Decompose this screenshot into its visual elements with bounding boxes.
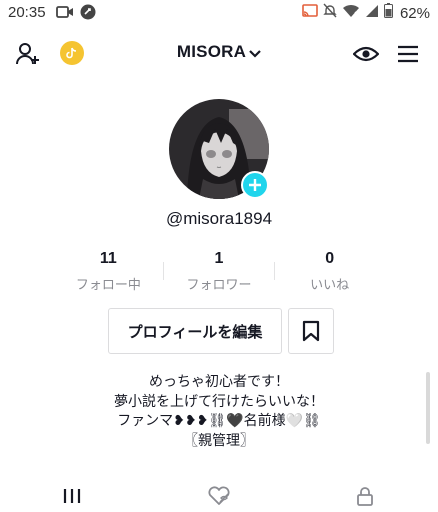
stat-likes-label: いいね: [310, 277, 350, 292]
plus-icon: [249, 179, 261, 191]
chevron-down-icon: [249, 43, 261, 63]
bookmarks-button[interactable]: [288, 308, 334, 354]
content-tabs: [0, 476, 438, 512]
stat-following-label: フォロー中: [75, 277, 141, 292]
liked-hidden-icon[interactable]: [205, 484, 233, 508]
status-time: 20:35: [8, 4, 46, 21]
mute-icon: [323, 3, 337, 23]
cast-icon: [302, 3, 318, 23]
add-avatar-button[interactable]: [241, 171, 269, 199]
bio-line: ファンマ❥❥❥⛓🖤名前様🤍⛓: [117, 412, 321, 428]
avatar-container[interactable]: [169, 99, 269, 199]
video-call-icon: [56, 5, 74, 24]
bio-line: 夢小説を上げて行けたらいいな！: [114, 392, 324, 409]
edit-profile-button[interactable]: プロフィールを編集: [108, 308, 282, 354]
profile-bio: めっちゃ初心者です！ 夢小説を上げて行けたらいいな！ ファンマ❥❥❥⛓🖤名前様🤍…: [0, 372, 438, 450]
private-lock-icon[interactable]: [351, 484, 379, 508]
bio-line: めっちゃ初心者です！: [149, 373, 289, 389]
stat-following-value: 11: [99, 250, 117, 267]
stat-followers-value: 1: [214, 250, 224, 267]
stat-followers-label: フォロワー: [186, 277, 252, 292]
app-notification-icon: [80, 4, 96, 25]
videos-grid-icon[interactable]: [58, 484, 86, 508]
wifi-icon: [342, 4, 360, 23]
top-nav: MISORA: [0, 34, 438, 74]
stat-following[interactable]: 11 フォロー中: [53, 250, 164, 294]
stat-likes[interactable]: 0 いいね: [274, 250, 385, 294]
stat-followers[interactable]: 1 フォロワー: [164, 250, 275, 294]
status-bar: 20:35 62%: [0, 0, 438, 26]
stat-likes-value: 0: [325, 250, 335, 267]
bookmark-icon: [302, 320, 320, 342]
profile-handle: @misora1894: [165, 209, 273, 228]
battery-percent: 62%: [399, 4, 430, 22]
profile-stats: 11 フォロー中 1 フォロワー 0 いいね: [53, 250, 385, 294]
signal-icon: [365, 4, 379, 23]
eye-icon[interactable]: [352, 42, 380, 66]
scrollbar[interactable]: [426, 372, 430, 444]
menu-icon[interactable]: [396, 42, 420, 66]
username-title: MISORA: [176, 42, 247, 61]
battery-icon: [383, 3, 393, 23]
bio-line: 〖親管理〗: [184, 431, 254, 448]
